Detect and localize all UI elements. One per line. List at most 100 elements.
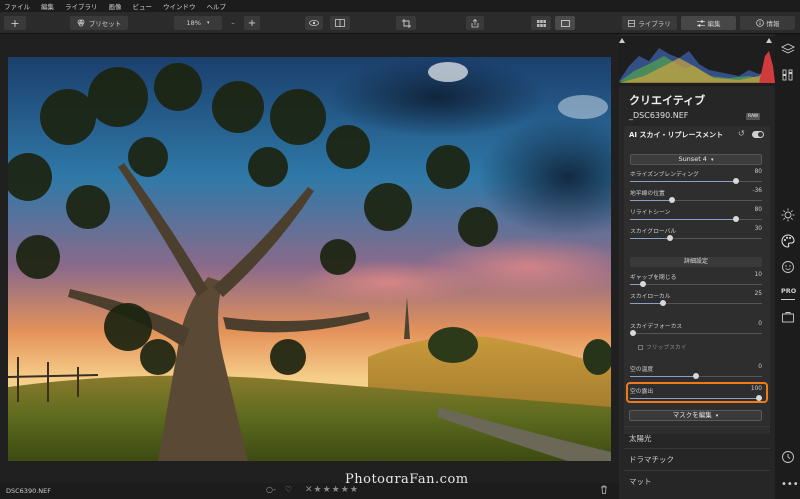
sky-preset-value: Sunset 4 bbox=[678, 155, 707, 163]
menu-edit[interactable]: 編集 bbox=[41, 1, 54, 11]
zoom-select[interactable]: 18% ▾ bbox=[174, 16, 222, 30]
photo-preview[interactable] bbox=[8, 57, 611, 461]
menu-window[interactable]: ウインドウ bbox=[163, 1, 196, 11]
ai-sky-title[interactable]: AI スカイ・リプレースメント bbox=[629, 130, 723, 140]
slider-label: スカイグローバル bbox=[630, 229, 677, 235]
slider-track[interactable] bbox=[630, 333, 762, 334]
zoom-plus-label: + bbox=[247, 17, 257, 29]
compare-button[interactable] bbox=[330, 16, 350, 30]
edit-mask-label: マスクを編集 bbox=[672, 411, 712, 419]
zoom-out-button[interactable]: – bbox=[226, 16, 240, 30]
slider-knob[interactable] bbox=[667, 235, 673, 241]
image-viewer bbox=[0, 34, 619, 483]
slider-knob[interactable] bbox=[733, 216, 739, 222]
menu-help[interactable]: ヘルプ bbox=[207, 1, 227, 11]
more-icon[interactable]: ••• bbox=[781, 478, 799, 492]
heart-icon[interactable]: ♡ bbox=[285, 485, 292, 494]
slider-knob[interactable] bbox=[630, 330, 636, 336]
slider-value: 0 bbox=[758, 321, 762, 327]
menu-view[interactable]: ビュー bbox=[133, 1, 153, 11]
chevron-down-icon: ▾ bbox=[715, 413, 719, 419]
slider-value: 30 bbox=[754, 226, 762, 232]
flip-sky-option[interactable]: フリップスカイ bbox=[638, 342, 687, 351]
eye-icon bbox=[309, 20, 319, 26]
trash-icon[interactable] bbox=[600, 485, 608, 496]
divider bbox=[624, 448, 770, 449]
layers-icon[interactable] bbox=[781, 42, 795, 56]
tab-library-label: ライブラリ bbox=[638, 20, 671, 28]
chevron-down-icon: ▾ bbox=[711, 157, 714, 163]
tab-edit[interactable]: 編集 bbox=[681, 16, 736, 30]
slider-knob[interactable] bbox=[733, 178, 739, 184]
slider-sky-global[interactable]: スカイグローバル 30 bbox=[630, 226, 762, 244]
tab-info[interactable]: 情報 bbox=[740, 16, 795, 30]
slider-knob[interactable] bbox=[640, 281, 646, 287]
zoom-in-button[interactable]: + bbox=[244, 16, 260, 30]
undo-icon[interactable]: ↺ bbox=[738, 129, 745, 138]
slider-label: 地平線の位置 bbox=[630, 191, 665, 197]
sun-icon[interactable] bbox=[781, 208, 795, 222]
slider-sky-local[interactable]: スカイローカル 25 bbox=[630, 291, 762, 309]
slider-label: ホライズンブレンディング bbox=[630, 172, 699, 178]
sky-preset-dropdown[interactable]: Sunset 4 ▾ bbox=[630, 154, 762, 165]
slider-close-gaps[interactable]: ギャップを閉じる 10 bbox=[630, 272, 762, 290]
bottom-filename: DSC6390.NEF bbox=[6, 487, 51, 495]
face-icon[interactable] bbox=[781, 260, 795, 274]
edit-panel: クリエイティブ _DSC6390.NEF RAW AI スカイ・リプレースメント… bbox=[619, 34, 775, 499]
divider bbox=[624, 470, 770, 471]
menu-image[interactable]: 画像 bbox=[109, 1, 122, 11]
slider-sky-temperature[interactable]: 空の温度 0 bbox=[630, 364, 762, 382]
pro-icon[interactable]: PRO bbox=[781, 286, 796, 300]
slider-value: 80 bbox=[754, 207, 762, 213]
slider-fill bbox=[630, 238, 670, 239]
slider-knob[interactable] bbox=[693, 373, 699, 379]
section-matte[interactable]: マット bbox=[629, 476, 652, 487]
panel-filename: _DSC6390.NEF bbox=[629, 111, 689, 120]
library-icon bbox=[628, 19, 636, 27]
advanced-settings-button[interactable]: 詳細設定 bbox=[630, 257, 762, 267]
add-label: + bbox=[10, 16, 20, 30]
briefcase-icon[interactable] bbox=[781, 310, 795, 324]
menu-file[interactable]: ファイル bbox=[4, 1, 30, 11]
tab-library[interactable]: ライブラリ bbox=[622, 16, 677, 30]
slider-sky-defocus[interactable]: スカイデフォーカス 0 bbox=[630, 321, 762, 339]
slider-horizon-position[interactable]: 地平線の位置 -36 bbox=[630, 188, 762, 206]
slider-fill bbox=[630, 219, 736, 220]
edit-mask-button[interactable]: マスクを編集 ▾ bbox=[629, 410, 762, 421]
info-icon bbox=[755, 19, 764, 27]
flip-sky-checkbox[interactable] bbox=[638, 345, 643, 350]
crop-button[interactable] bbox=[396, 16, 416, 30]
grid-view-button[interactable] bbox=[531, 16, 551, 30]
share-button[interactable] bbox=[466, 16, 484, 30]
slider-horizon-blending[interactable]: ホライズンブレンディング 80 bbox=[630, 169, 762, 187]
single-image-icon bbox=[560, 19, 570, 27]
star-rating[interactable]: ✕★★★★★ bbox=[305, 485, 359, 495]
menu-library[interactable]: ライブラリ bbox=[65, 1, 98, 11]
raw-badge: RAW bbox=[746, 113, 761, 120]
palette-icon[interactable] bbox=[781, 234, 795, 248]
zoom-value: 18% bbox=[186, 19, 201, 27]
history-icon[interactable] bbox=[781, 450, 795, 464]
section-toggle[interactable] bbox=[752, 131, 764, 138]
slider-label: スカイデフォーカス bbox=[630, 324, 683, 330]
section-dramatic[interactable]: ドラマチック bbox=[629, 454, 674, 465]
share-icon bbox=[471, 18, 479, 28]
slider-knob[interactable] bbox=[669, 197, 675, 203]
section-sunlight[interactable]: 太陽光 bbox=[629, 433, 652, 444]
slider-relight-scene[interactable]: リライトシーン 80 bbox=[630, 207, 762, 225]
panel-title: クリエイティブ bbox=[629, 94, 706, 107]
single-view-button[interactable] bbox=[555, 16, 575, 30]
slider-value: -36 bbox=[752, 188, 762, 194]
preset-button[interactable]: プリセット bbox=[70, 16, 128, 30]
slider-track[interactable] bbox=[630, 284, 762, 285]
slider-knob[interactable] bbox=[660, 300, 666, 306]
ai-sky-replacement-section: AI スカイ・リプレースメント ↺ Sunset 4 ▾ ホライズンブレンディン… bbox=[624, 126, 770, 434]
menu-bar: ファイル 編集 ライブラリ 画像 ビュー ウインドウ ヘルプ bbox=[0, 0, 800, 12]
preview-eye-button[interactable] bbox=[305, 16, 323, 30]
slider-label: ギャップを閉じる bbox=[630, 275, 677, 281]
flag-icon[interactable]: ○- bbox=[266, 485, 276, 494]
grid-icon bbox=[536, 19, 546, 27]
add-button[interactable]: + bbox=[4, 16, 26, 30]
slider-value: 10 bbox=[754, 272, 762, 278]
edit-tools-icon[interactable] bbox=[781, 68, 795, 82]
